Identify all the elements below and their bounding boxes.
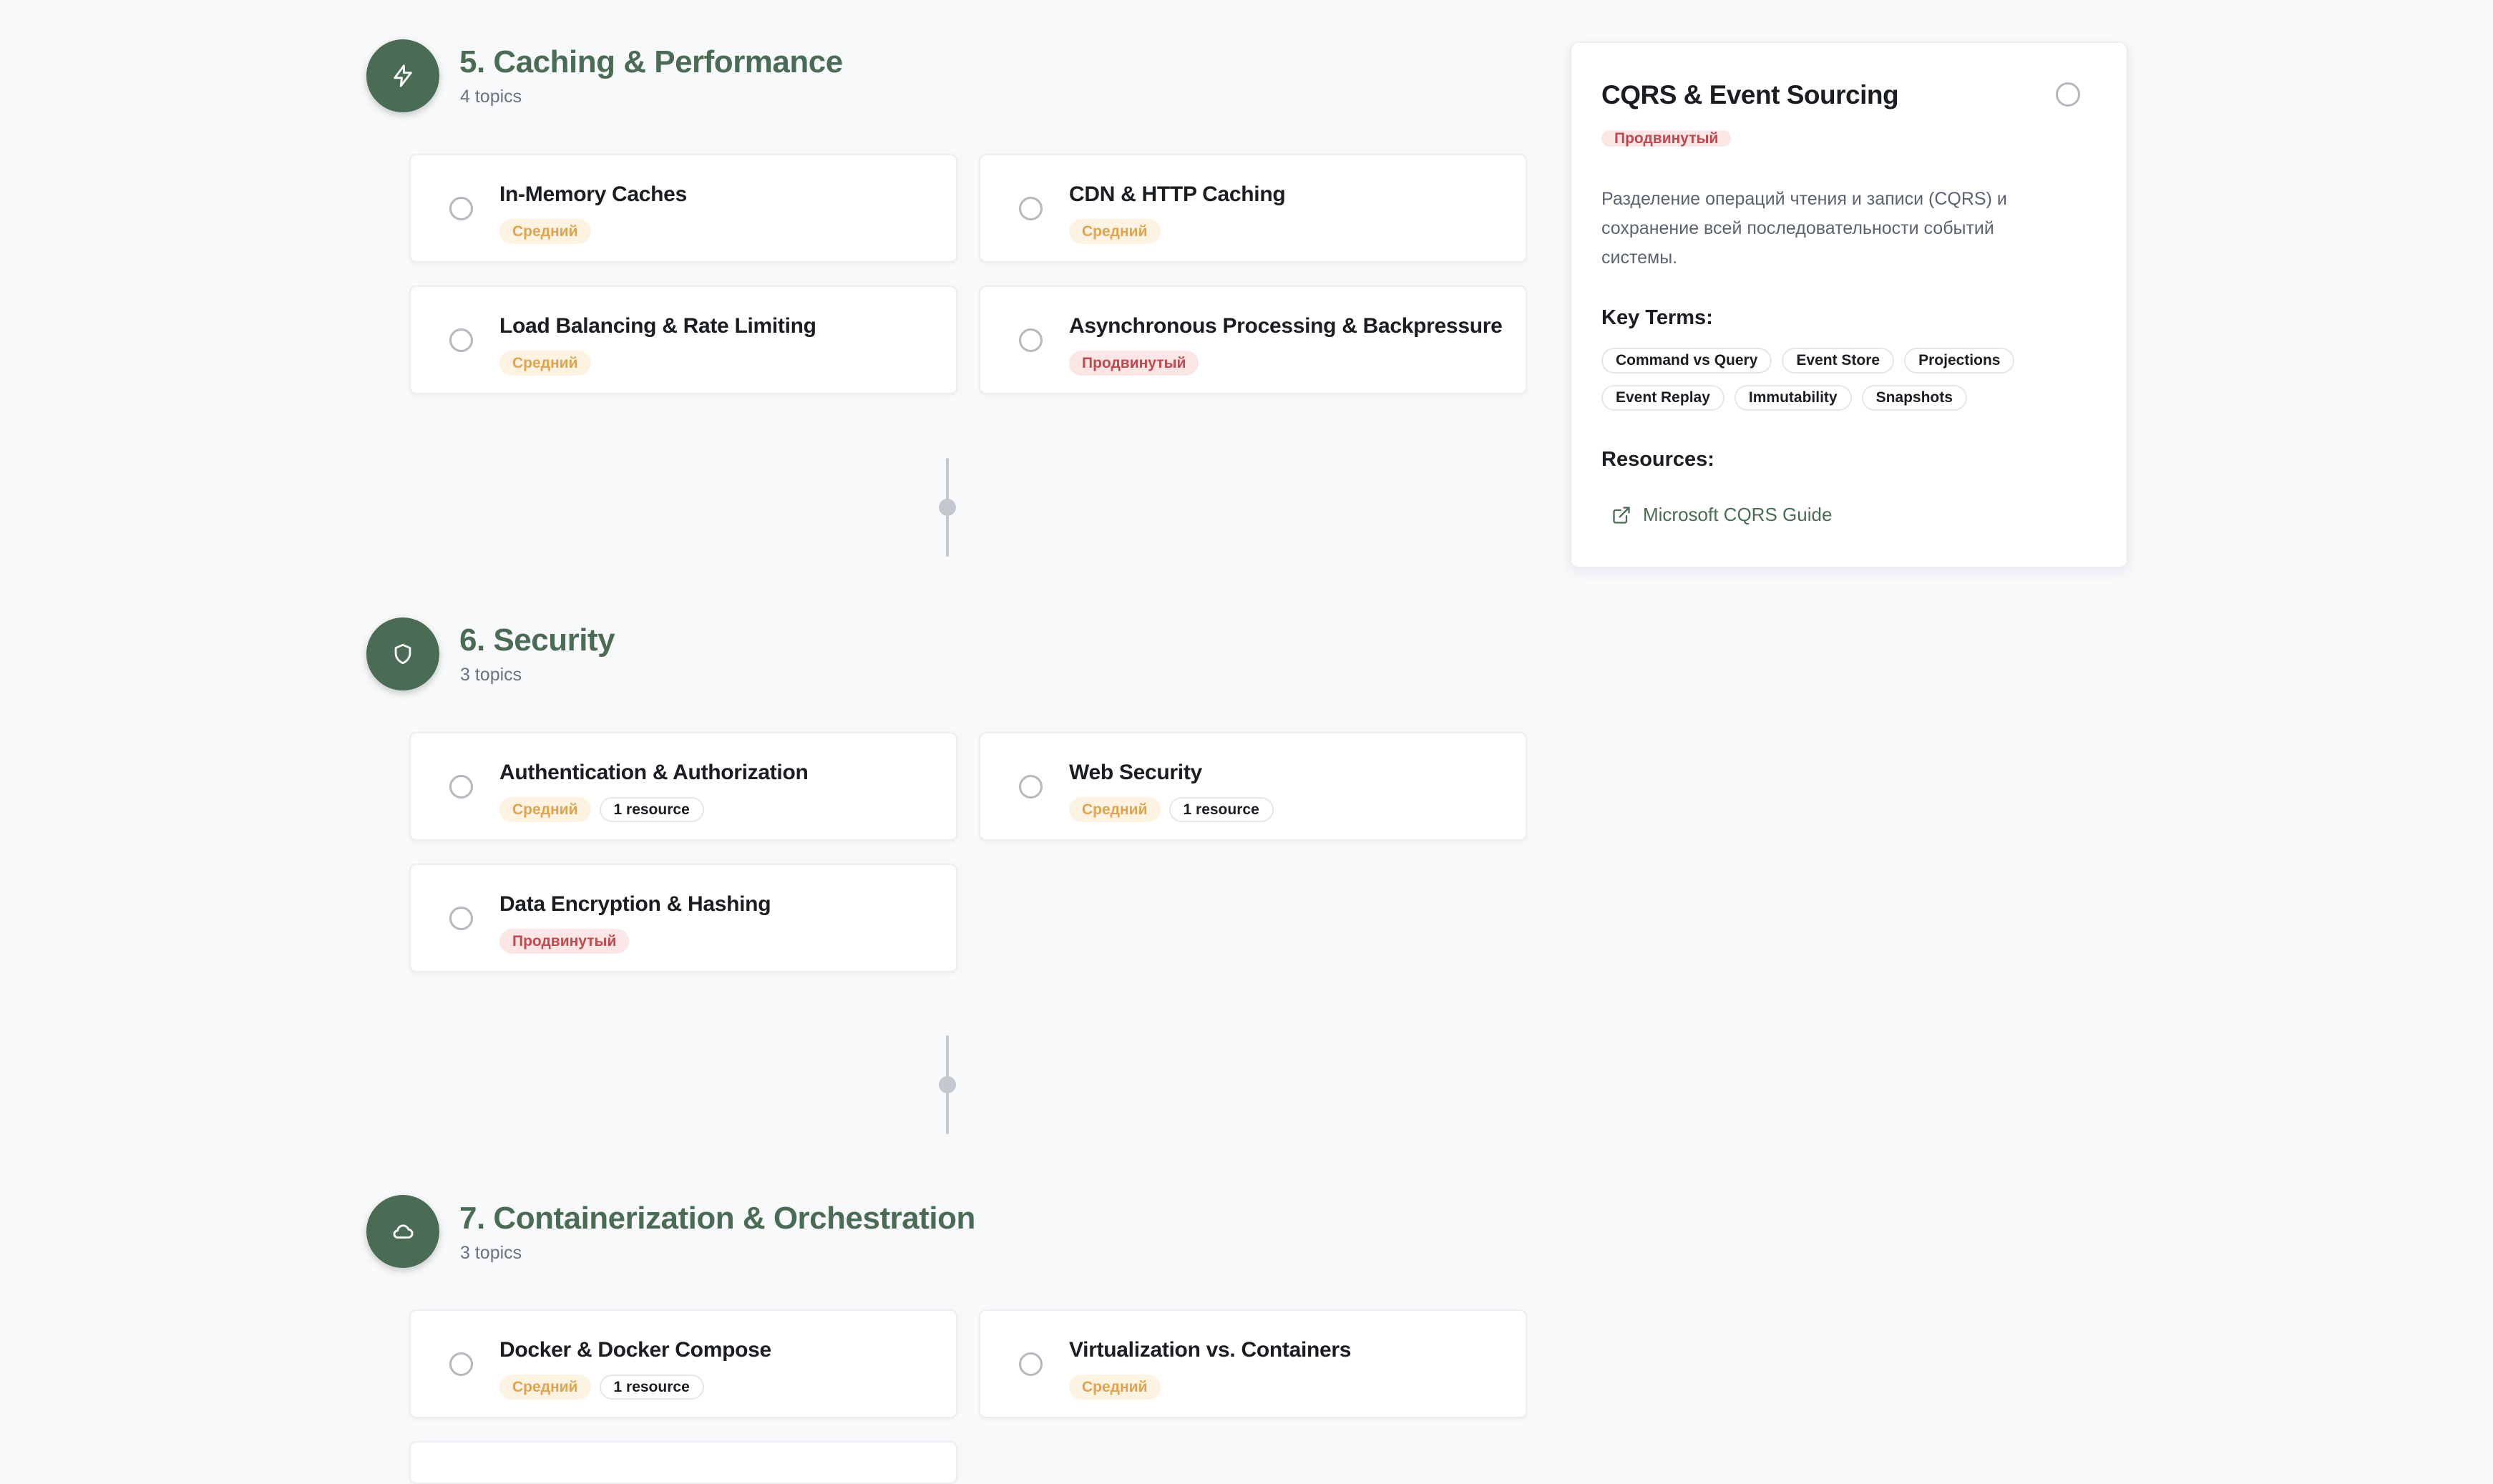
level-badge: Средний bbox=[499, 219, 591, 244]
key-terms-list: Command vs Query Event Store Projections… bbox=[1601, 348, 2102, 411]
resource-count-badge: 1 resource bbox=[1169, 797, 1274, 822]
level-badge: Средний bbox=[1069, 797, 1161, 822]
topic-checkbox[interactable] bbox=[449, 775, 473, 799]
external-link-icon bbox=[1613, 506, 1630, 524]
topic-checkbox[interactable] bbox=[1019, 775, 1043, 799]
cloud-icon bbox=[366, 1195, 439, 1268]
connector-dot bbox=[939, 1076, 956, 1093]
resource-count-badge: 1 resource bbox=[599, 797, 704, 822]
section-topic-count: 3 topics bbox=[460, 665, 522, 685]
topic-checkbox[interactable] bbox=[449, 197, 473, 220]
topic-checkbox[interactable] bbox=[449, 328, 473, 352]
shield-icon bbox=[366, 617, 439, 690]
resource-link-label: Microsoft CQRS Guide bbox=[1643, 504, 1833, 525]
topic-checkbox[interactable] bbox=[449, 907, 473, 930]
topic-title: Load Balancing & Rate Limiting bbox=[499, 314, 816, 338]
section-title: 5. Caching & Performance bbox=[459, 44, 843, 79]
topic-title: Docker & Docker Compose bbox=[499, 1338, 771, 1362]
topic-title: Asynchronous Processing & Backpressure bbox=[1069, 314, 1503, 338]
topic-card[interactable]: In-Memory Caches Средний bbox=[409, 154, 957, 263]
connector-dot bbox=[939, 499, 956, 516]
topic-card[interactable]: Virtualization vs. Containers Средний bbox=[979, 1309, 1527, 1418]
resource-link[interactable]: Microsoft CQRS Guide bbox=[1611, 504, 1832, 526]
topic-card[interactable] bbox=[409, 1441, 957, 1484]
topic-title: Virtualization vs. Containers bbox=[1069, 1338, 1352, 1362]
level-badge: Средний bbox=[499, 797, 591, 822]
topic-card[interactable]: Load Balancing & Rate Limiting Средний bbox=[409, 285, 957, 394]
level-badge: Средний bbox=[1069, 1375, 1161, 1400]
key-term-chip: Event Store bbox=[1782, 348, 1895, 374]
topic-checkbox[interactable] bbox=[449, 1352, 473, 1376]
topic-card[interactable]: Data Encryption & Hashing Продвинутый bbox=[409, 864, 957, 972]
resources-heading: Resources: bbox=[1601, 448, 1714, 471]
detail-description: Разделение операций чтения и записи (CQR… bbox=[1601, 189, 2007, 268]
key-terms-heading: Key Terms: bbox=[1601, 306, 1713, 329]
topic-card[interactable]: Web Security Средний 1 resource bbox=[979, 732, 1527, 841]
section-connector bbox=[939, 458, 956, 557]
key-term-chip: Projections bbox=[1904, 348, 2015, 374]
detail-title: CQRS & Event Sourcing bbox=[1601, 80, 1899, 109]
section-connector bbox=[939, 1035, 956, 1134]
topic-title: In-Memory Caches bbox=[499, 182, 687, 206]
level-badge: Продвинутый bbox=[1069, 351, 1199, 376]
topic-title: Data Encryption & Hashing bbox=[499, 892, 771, 916]
topic-card[interactable]: Docker & Docker Compose Средний 1 resour… bbox=[409, 1309, 957, 1418]
key-term-chip: Snapshots bbox=[1861, 385, 1967, 411]
section-topic-count: 3 topics bbox=[460, 1243, 522, 1263]
key-term-chip: Command vs Query bbox=[1601, 348, 1772, 374]
lightning-icon bbox=[366, 39, 439, 112]
level-badge: Продвинутый bbox=[499, 929, 630, 954]
key-term-chip: Immutability bbox=[1734, 385, 1852, 411]
topic-title: Authentication & Authorization bbox=[499, 761, 809, 784]
detail-complete-checkbox[interactable] bbox=[2056, 82, 2080, 107]
resource-count-badge: 1 resource bbox=[599, 1375, 704, 1400]
topic-checkbox[interactable] bbox=[1019, 197, 1043, 220]
level-badge: Средний bbox=[1069, 219, 1161, 244]
topic-title: CDN & HTTP Caching bbox=[1069, 182, 1286, 206]
topic-card[interactable]: CDN & HTTP Caching Средний bbox=[979, 154, 1527, 263]
topic-detail-panel: CQRS & Event Sourcing Продвинутый Раздел… bbox=[1570, 42, 2128, 568]
level-badge: Продвинутый bbox=[1601, 130, 1732, 147]
section-title: 7. Containerization & Orchestration bbox=[459, 1201, 975, 1236]
topic-checkbox[interactable] bbox=[1019, 1352, 1043, 1376]
section-topic-count: 4 topics bbox=[460, 87, 522, 107]
topic-card[interactable]: Asynchronous Processing & Backpressure П… bbox=[979, 285, 1527, 394]
level-badge: Средний bbox=[499, 1375, 591, 1400]
section-title: 6. Security bbox=[459, 623, 615, 658]
topic-title: Web Security bbox=[1069, 761, 1202, 784]
topic-card[interactable]: Authentication & Authorization Средний 1… bbox=[409, 732, 957, 841]
level-badge: Средний bbox=[499, 351, 591, 376]
topic-checkbox[interactable] bbox=[1019, 328, 1043, 352]
key-term-chip: Event Replay bbox=[1601, 385, 1724, 411]
